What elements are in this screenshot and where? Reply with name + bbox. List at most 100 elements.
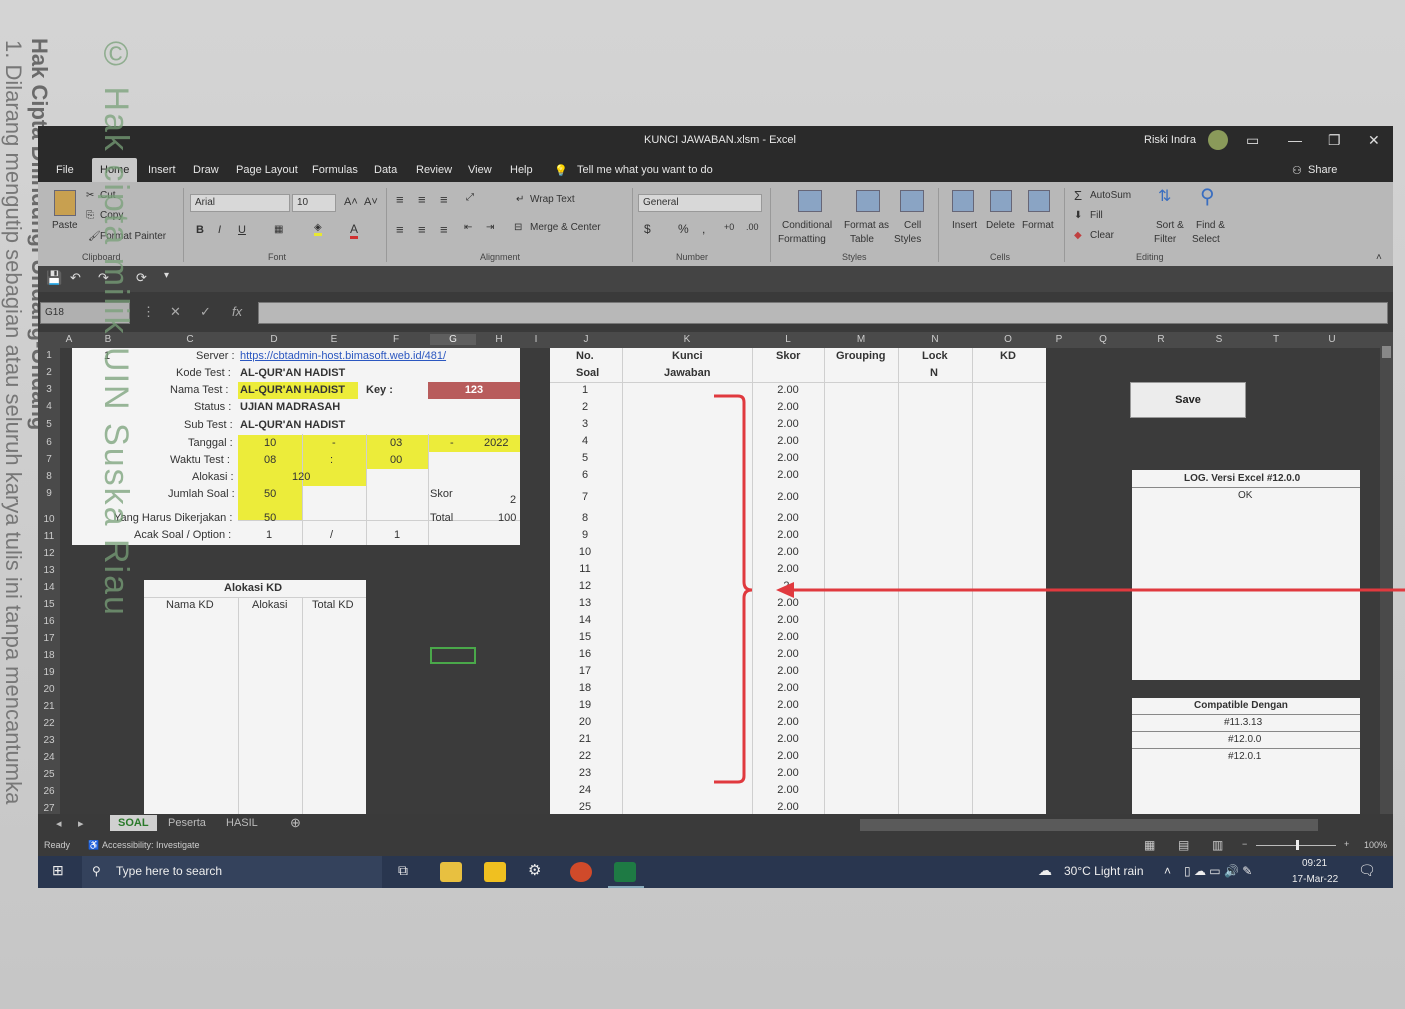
row-header[interactable]: 16 xyxy=(38,616,60,627)
answer-row-skor[interactable]: 2.00 xyxy=(768,469,808,481)
answer-row-number[interactable]: 25 xyxy=(550,801,620,813)
user-name[interactable]: Riski Indra xyxy=(1144,134,1196,146)
next-sheet-icon[interactable]: ▸ xyxy=(78,817,84,830)
bold-icon[interactable]: B xyxy=(196,224,204,236)
answer-row-skor[interactable]: 2.00 xyxy=(768,614,808,626)
answer-row-number[interactable]: 6 xyxy=(550,469,620,481)
fill-color-icon[interactable]: ◈ xyxy=(314,222,322,236)
column-header[interactable]: K xyxy=(622,334,752,345)
sort-filter-icon[interactable]: ⇅ xyxy=(1158,186,1171,206)
page-layout-view-icon[interactable]: ▤ xyxy=(1178,838,1189,852)
key-value-cell[interactable]: 123 xyxy=(428,382,520,399)
answer-row-number[interactable]: 13 xyxy=(550,597,620,609)
row-header[interactable]: 25 xyxy=(38,769,60,780)
avatar[interactable] xyxy=(1208,130,1228,150)
status-value[interactable]: UJIAN MADRASAH xyxy=(240,401,340,413)
answer-row-number[interactable]: 20 xyxy=(550,716,620,728)
zoom-slider-thumb[interactable] xyxy=(1296,840,1299,850)
column-header[interactable]: F xyxy=(362,334,430,345)
acak-option-value[interactable]: 1 xyxy=(394,529,400,541)
answer-row-number[interactable]: 8 xyxy=(550,512,620,524)
column-header[interactable]: Q xyxy=(1074,334,1132,345)
normal-view-icon[interactable]: ▦ xyxy=(1144,838,1155,852)
waktu-hour[interactable]: 08 xyxy=(264,454,276,466)
ribbon-display-icon[interactable]: ▭ xyxy=(1246,132,1259,149)
answer-row-number[interactable]: 15 xyxy=(550,631,620,643)
answer-row-skor[interactable]: 2.00 xyxy=(768,767,808,779)
format-as-table-label-2[interactable]: Table xyxy=(850,234,874,245)
menu-file[interactable]: File xyxy=(56,164,74,176)
row-header[interactable]: 19 xyxy=(38,667,60,678)
clear-button[interactable]: Clear xyxy=(1090,230,1114,241)
row-header[interactable]: 21 xyxy=(38,701,60,712)
answer-row-number[interactable]: 17 xyxy=(550,665,620,677)
sheet-tab-peserta[interactable]: Peserta xyxy=(168,817,206,829)
row-header[interactable]: 10 xyxy=(38,514,60,525)
tray-icons[interactable]: ▯ ☁ ▭ 🔊 ✎ xyxy=(1184,864,1252,878)
answer-row-number[interactable]: 22 xyxy=(550,750,620,762)
kode-test-value[interactable]: AL-QUR'AN HADIST xyxy=(240,367,345,379)
answer-row-skor[interactable]: 2.00 xyxy=(768,665,808,677)
column-header[interactable]: L xyxy=(752,334,824,345)
answer-row-skor[interactable]: 2.00 xyxy=(768,648,808,660)
answer-row-number[interactable]: 2 xyxy=(550,401,620,413)
answer-row-number[interactable]: 5 xyxy=(550,452,620,464)
decrease-font-icon[interactable]: A˅ xyxy=(364,196,378,208)
paste-icon[interactable] xyxy=(54,190,76,216)
answer-row-skor[interactable]: 2.00 xyxy=(768,452,808,464)
increase-font-icon[interactable]: A˄ xyxy=(344,196,358,208)
answer-row-skor[interactable]: 2.00 xyxy=(768,631,808,643)
horizontal-scrollbar[interactable] xyxy=(860,819,1318,831)
page-break-view-icon[interactable]: ▥ xyxy=(1212,838,1223,852)
row-header[interactable]: 15 xyxy=(38,599,60,610)
answer-row-number[interactable]: 18 xyxy=(550,682,620,694)
more-options-icon[interactable]: ⋮ xyxy=(142,304,155,320)
row-header[interactable]: 27 xyxy=(38,803,60,814)
format-cells-button[interactable]: Format xyxy=(1022,220,1054,231)
answer-row-number[interactable]: 12 xyxy=(550,580,620,592)
refresh-icon[interactable]: ⟳ xyxy=(136,270,147,286)
row-header[interactable]: 14 xyxy=(38,582,60,593)
nama-test-value-part2[interactable]: HADIST xyxy=(304,384,345,396)
wrap-text-button[interactable]: Wrap Text xyxy=(530,194,575,205)
answer-row-skor[interactable]: 2.00 xyxy=(768,699,808,711)
answer-row-skor[interactable]: 2.00 xyxy=(768,512,808,524)
selected-cell[interactable] xyxy=(430,647,476,664)
sticky-notes-icon[interactable] xyxy=(484,862,506,882)
column-header[interactable]: M xyxy=(824,334,898,345)
format-cells-icon[interactable] xyxy=(1028,190,1050,212)
zoom-in-icon[interactable]: + xyxy=(1344,839,1349,849)
delete-cells-icon[interactable] xyxy=(990,190,1012,212)
column-header[interactable]: J xyxy=(550,334,622,345)
conditional-formatting-label-2[interactable]: Formatting xyxy=(778,234,826,245)
column-header[interactable]: N xyxy=(898,334,972,345)
answer-row-number[interactable]: 23 xyxy=(550,767,620,779)
column-header[interactable]: O xyxy=(972,334,1044,345)
total-value[interactable]: 100 xyxy=(498,512,516,524)
row-header[interactable]: 22 xyxy=(38,718,60,729)
currency-icon[interactable]: $ xyxy=(644,222,651,236)
waktu-minute[interactable]: 00 xyxy=(390,454,402,466)
answer-row-number[interactable]: 16 xyxy=(550,648,620,660)
powerpoint-icon[interactable] xyxy=(570,862,592,882)
maximize-icon[interactable]: ❐ xyxy=(1328,132,1341,149)
row-header[interactable]: 23 xyxy=(38,735,60,746)
answer-row-skor[interactable]: 2. xyxy=(768,580,808,592)
settings-icon[interactable]: ⚙ xyxy=(528,861,541,879)
file-explorer-icon[interactable] xyxy=(440,862,462,882)
decrease-decimal-icon[interactable]: .00 xyxy=(746,222,759,232)
answer-row-skor[interactable]: 2.00 xyxy=(768,384,808,396)
tanggal-year[interactable]: 2022 xyxy=(484,437,508,449)
align-center-icon[interactable]: ≡ xyxy=(418,222,426,237)
align-middle-icon[interactable]: ≡ xyxy=(418,192,426,207)
menu-draw[interactable]: Draw xyxy=(193,164,219,176)
customize-toolbar-icon[interactable]: ▾ xyxy=(164,270,169,281)
answer-row-skor[interactable]: 2.00 xyxy=(768,716,808,728)
align-right-icon[interactable]: ≡ xyxy=(440,222,448,237)
format-as-table-icon[interactable] xyxy=(856,190,880,212)
format-as-table-label-1[interactable]: Format as xyxy=(844,220,889,231)
acak-soal-value[interactable]: 1 xyxy=(266,529,272,541)
delete-cells-button[interactable]: Delete xyxy=(986,220,1015,231)
answer-row-skor[interactable]: 2.00 xyxy=(768,435,808,447)
close-icon[interactable]: ✕ xyxy=(1368,132,1380,149)
